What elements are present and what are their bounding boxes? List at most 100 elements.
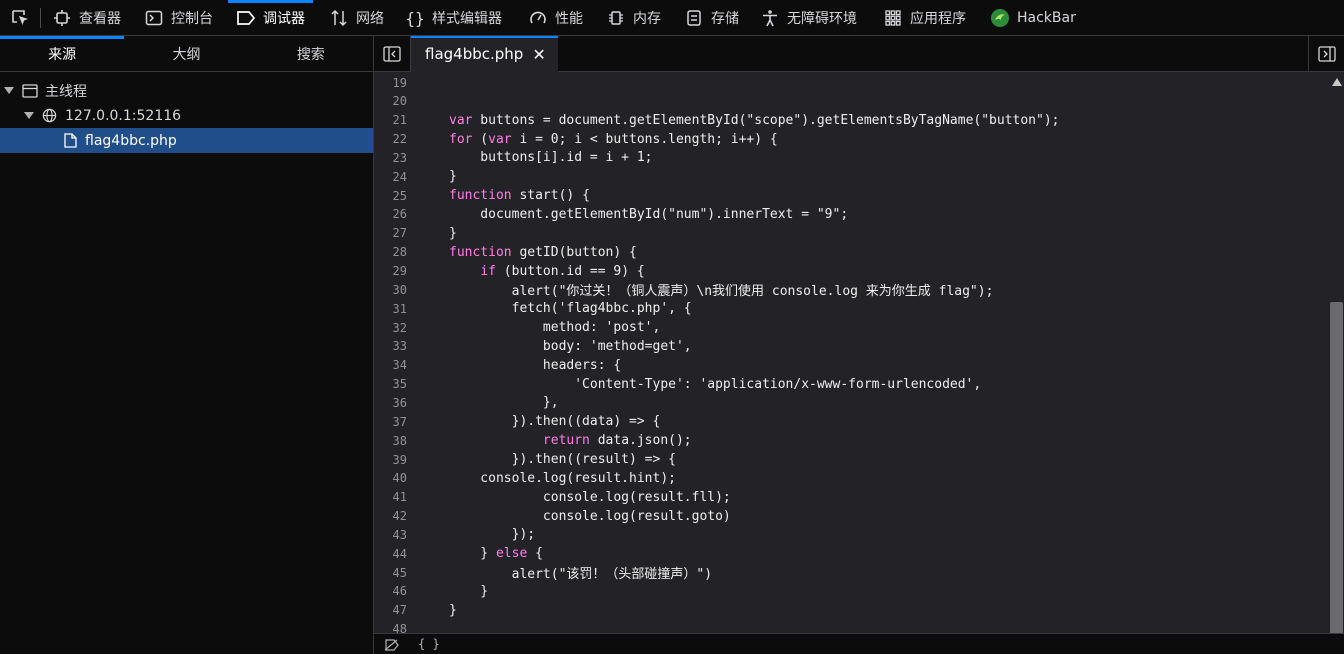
code-line[interactable]: 41 console.log(result.fll); — [374, 488, 1329, 507]
code-line[interactable]: 25 function start() { — [374, 186, 1329, 205]
line-number[interactable]: 24 — [374, 170, 407, 184]
line-number[interactable]: 27 — [374, 226, 407, 240]
tab-style-editor[interactable]: {} 样式编辑器 — [405, 0, 502, 36]
code-editor[interactable]: 19 20 21 var buttons = document.getElementB… — [374, 72, 1329, 654]
code-line-text: } — [449, 602, 457, 618]
line-number[interactable]: 38 — [374, 434, 407, 448]
line-number[interactable]: 33 — [374, 339, 407, 353]
tab-label: flag4bbc.php — [425, 45, 524, 63]
code-line[interactable]: 30 alert("你过关！（铜人震声）\n我们使用 console.log 来… — [374, 280, 1329, 300]
secondary-pane-toggle-icon[interactable] — [1309, 36, 1344, 72]
close-icon[interactable]: ✕ — [532, 45, 545, 64]
line-number[interactable]: 40 — [374, 471, 407, 485]
line-number[interactable]: 28 — [374, 245, 407, 259]
line-number[interactable]: 41 — [374, 490, 407, 504]
tab-debugger[interactable]: 调试器 — [228, 0, 313, 36]
line-number[interactable]: 23 — [374, 151, 407, 165]
line-number[interactable]: 26 — [374, 207, 407, 221]
tree-item-host[interactable]: 127.0.0.1:52116 — [0, 103, 373, 128]
code-line[interactable]: 42 console.log(result.goto) — [374, 507, 1329, 526]
line-number[interactable]: 22 — [374, 132, 407, 146]
line-number[interactable]: 35 — [374, 377, 407, 391]
code-line[interactable]: 47} — [374, 601, 1329, 620]
line-number[interactable]: 32 — [374, 321, 407, 335]
tab-storage[interactable]: 存储 — [684, 0, 739, 36]
line-number[interactable]: 37 — [374, 415, 407, 429]
code-line[interactable]: 40 console.log(result.hint); — [374, 469, 1329, 488]
code-line[interactable]: 24} — [374, 167, 1329, 186]
tab-search[interactable]: 搜索 — [249, 36, 373, 71]
code-line[interactable]: 32 method: 'post', — [374, 318, 1329, 337]
tab-network[interactable]: 网络 — [329, 0, 384, 36]
code-line[interactable]: 45 alert("该罚！（头部碰撞声）") — [374, 563, 1329, 583]
code-line-text: }).then((result) => { — [449, 452, 676, 467]
tab-sources[interactable]: 来源 — [0, 36, 125, 71]
tab-outline[interactable]: 大纲 — [124, 36, 248, 71]
code-line[interactable]: 33 body: 'method=get', — [374, 337, 1329, 356]
code-line-text: function getID(button) { — [449, 244, 637, 260]
code-line[interactable]: 22 for (var i = 0; i < buttons.length; i+… — [374, 130, 1329, 149]
code-line[interactable]: 29 if (button.id == 9) { — [374, 262, 1329, 281]
element-picker-icon[interactable] — [0, 0, 40, 36]
tab-label: 查看器 — [79, 11, 121, 27]
code-line[interactable]: 26 document.getElementById("num").innerT… — [374, 205, 1329, 224]
file-icon — [64, 133, 77, 148]
window-icon — [22, 83, 38, 98]
line-number[interactable]: 20 — [374, 94, 407, 108]
line-number[interactable]: 36 — [374, 396, 407, 410]
line-number[interactable]: 25 — [374, 189, 407, 203]
line-number[interactable]: 45 — [374, 566, 407, 580]
tab-memory[interactable]: 内存 — [606, 0, 661, 36]
line-number[interactable]: 47 — [374, 603, 407, 617]
tab-accessibility[interactable]: 无障碍环境 — [760, 0, 857, 36]
disable-breakpoints-icon[interactable] — [384, 639, 400, 654]
line-number[interactable]: 42 — [374, 509, 407, 523]
code-line[interactable]: 46 } — [374, 582, 1329, 601]
tab-inspector[interactable]: 查看器 — [52, 0, 121, 36]
tab-console[interactable]: 控制台 — [144, 0, 213, 36]
code-line[interactable]: 35 'Content-Type': 'application/x-www-fo… — [374, 375, 1329, 394]
code-line[interactable]: 34 headers: { — [374, 356, 1329, 375]
tree-item-main-thread[interactable]: 主线程 — [0, 78, 373, 103]
line-number[interactable]: 19 — [374, 76, 407, 90]
line-number[interactable]: 43 — [374, 528, 407, 542]
memory-icon — [606, 8, 626, 28]
code-line[interactable]: 19 — [374, 73, 1329, 92]
sidebar-toggle-icon[interactable] — [374, 36, 410, 72]
tab-application[interactable]: 应用程序 — [883, 0, 966, 36]
chevron-down-icon[interactable] — [4, 87, 14, 94]
tab-label: 网络 — [356, 11, 384, 27]
line-number[interactable]: 39 — [374, 453, 407, 467]
tab-performance[interactable]: 性能 — [528, 0, 583, 36]
code-line[interactable]: 38 return data.json(); — [374, 431, 1329, 450]
code-line[interactable]: 43 }); — [374, 525, 1329, 544]
accessibility-icon — [760, 8, 780, 28]
tree-item-file[interactable]: flag4bbc.php — [0, 128, 373, 153]
chevron-down-icon[interactable] — [24, 112, 34, 119]
code-line[interactable]: 28 function getID(button) { — [374, 243, 1329, 262]
code-line[interactable]: 44 } else { — [374, 544, 1329, 563]
code-line[interactable]: 21 var buttons = document.getElementById(… — [374, 111, 1329, 130]
scrollbar-thumb[interactable] — [1330, 302, 1343, 649]
code-line[interactable]: 37 }).then((data) => { — [374, 412, 1329, 431]
line-number[interactable]: 21 — [374, 113, 407, 127]
editor-scrollbar[interactable] — [1329, 72, 1344, 654]
code-line[interactable]: 39 }).then((result) => { — [374, 450, 1329, 469]
tab-hackbar[interactable]: HackBar — [990, 0, 1076, 36]
line-number[interactable]: 30 — [374, 283, 407, 297]
line-number[interactable]: 29 — [374, 264, 407, 278]
code-line[interactable]: 27} — [374, 224, 1329, 243]
line-number[interactable]: 44 — [374, 547, 407, 561]
pretty-print-button[interactable]: { } — [418, 637, 440, 651]
code-line[interactable]: 23 buttons[i].id = i + 1; — [374, 148, 1329, 167]
tab-flag4bbc-php[interactable]: flag4bbc.php ✕ — [411, 36, 558, 72]
line-number[interactable]: 31 — [374, 302, 407, 316]
code-line[interactable]: 31 fetch('flag4bbc.php', { — [374, 299, 1329, 318]
code-line[interactable]: 36 }, — [374, 393, 1329, 412]
line-number[interactable]: 46 — [374, 584, 407, 598]
line-number[interactable]: 34 — [374, 358, 407, 372]
code-line-text: }).then((data) => { — [449, 414, 661, 430]
code-line[interactable]: 20 — [374, 92, 1329, 111]
code-line-text: function start() { — [449, 188, 590, 204]
scroll-up-arrow-icon[interactable] — [1332, 78, 1342, 86]
